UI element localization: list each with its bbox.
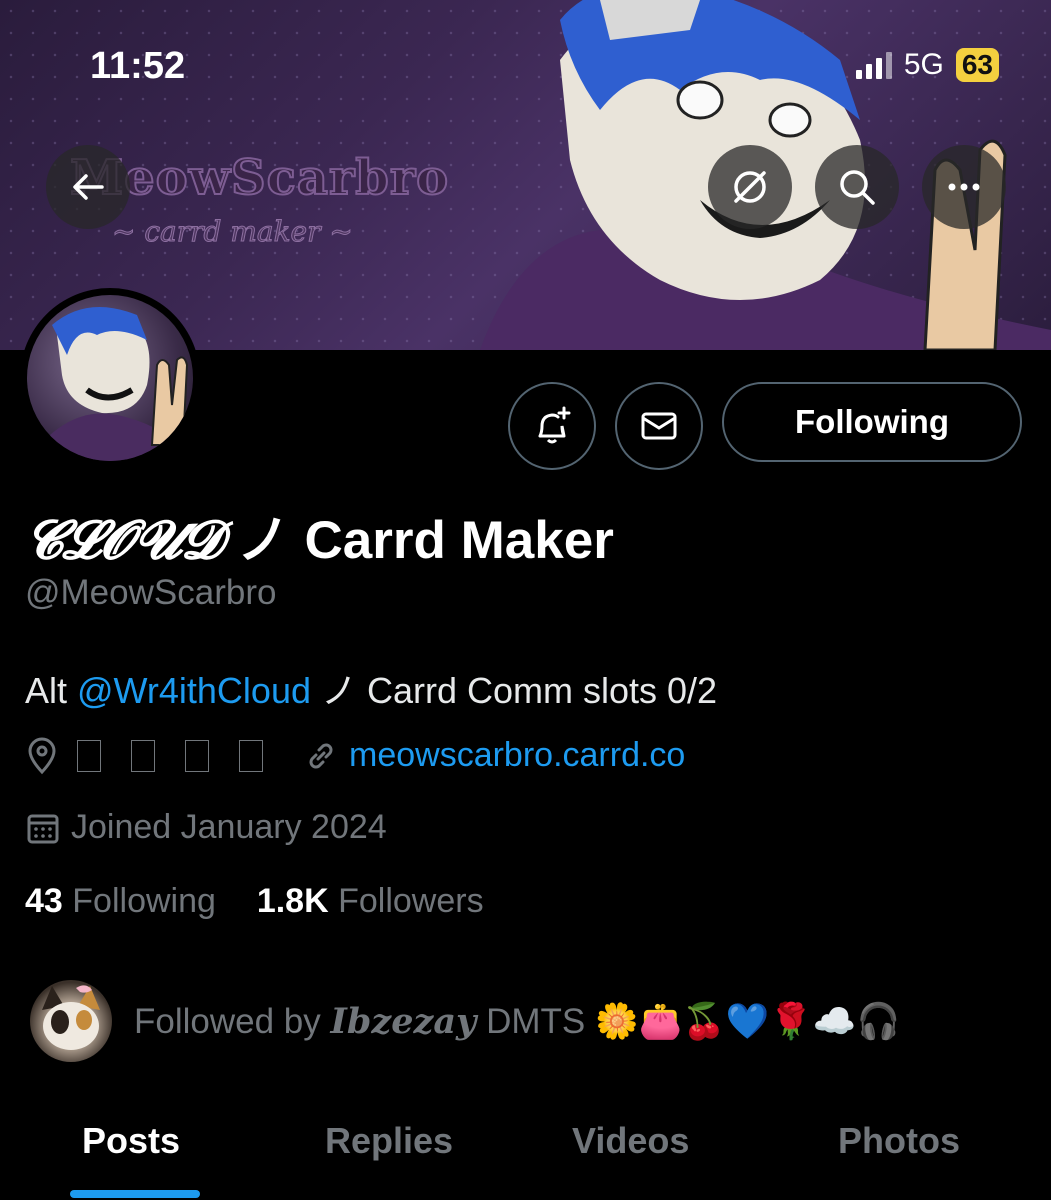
profile-handle: @MeowScarbro — [25, 573, 277, 612]
signal-icon — [855, 51, 892, 79]
followers-count: 1.8K — [256, 882, 329, 920]
more-button[interactable] — [922, 145, 1006, 229]
active-tab-indicator — [70, 1190, 200, 1198]
website-link[interactable]: meowscarbro.carrd.co — [349, 736, 685, 775]
network-type: 5G — [903, 48, 944, 81]
followed-by-text: Followed by 𝑰𝒃𝒛𝒆𝒛𝒂𝒚 DMTS 🌼👛🍒💙🌹☁️🎧 — [134, 1001, 900, 1042]
location-glyph-2 — [131, 739, 155, 772]
avatar-image — [27, 295, 193, 461]
following-stat-label: Following — [72, 882, 216, 920]
back-button[interactable] — [46, 145, 130, 229]
battery-level: 63 — [955, 48, 999, 82]
follower-avatar — [30, 980, 112, 1062]
status-indicators: 5G 63 — [855, 48, 999, 82]
search-button[interactable] — [815, 145, 899, 229]
profile-tabs: Posts Replies Videos Photos — [0, 1110, 1051, 1200]
follower-name-rest: DMTS — [476, 1001, 595, 1041]
location-glyph-1 — [77, 739, 101, 772]
bio-prefix: Alt — [25, 670, 78, 711]
grok-icon — [734, 171, 766, 203]
profile-avatar[interactable] — [20, 288, 200, 468]
followed-by-prefix: Followed by — [134, 1001, 331, 1041]
follower-emojis: 🌼👛🍒💙🌹☁️🎧 — [594, 1001, 901, 1041]
display-name-fancy: 𝓒𝓛𝓞𝓤𝓓 — [25, 509, 223, 571]
following-count: 43 — [25, 882, 63, 920]
tab-posts[interactable]: Posts — [82, 1120, 180, 1162]
location-glyph-3 — [185, 739, 209, 772]
display-name-rest: ノ Carrd Maker — [222, 511, 614, 570]
bio-suffix: ノ Carrd Comm slots 0/2 — [310, 670, 718, 711]
notify-button[interactable] — [508, 382, 596, 470]
following-stat[interactable]: 43 Following — [25, 882, 216, 920]
followers-stat[interactable]: 1.8K Followers — [257, 882, 484, 920]
more-icon — [948, 183, 980, 191]
message-button[interactable] — [615, 382, 703, 470]
bio-mention-link[interactable]: @Wr4ithCloud — [77, 670, 311, 711]
joined-date: Joined January 2024 — [71, 808, 387, 846]
bell-plus-icon — [538, 406, 571, 444]
envelope-icon — [641, 412, 677, 440]
following-button[interactable]: Following — [722, 382, 1022, 462]
grok-button[interactable] — [708, 145, 792, 229]
joined-row: Joined January 2024 — [25, 808, 387, 847]
profile-bio: Alt @Wr4ithCloud ノ Carrd Comm slots 0/2 — [25, 662, 717, 714]
banner-subtitle: ~ carrd maker ~ — [112, 215, 354, 249]
back-arrow-icon — [73, 174, 104, 200]
follower-name-fancy: 𝑰𝒃𝒛𝒆𝒛𝒂𝒚 — [330, 1000, 477, 1042]
calendar-icon — [27, 814, 59, 843]
tab-videos[interactable]: Videos — [572, 1120, 689, 1162]
search-icon — [840, 170, 875, 205]
followed-by-row[interactable]: Followed by 𝑰𝒃𝒛𝒆𝒛𝒂𝒚 DMTS 🌼👛🍒💙🌹☁️🎧 — [30, 980, 900, 1062]
display-name: 𝓒𝓛𝓞𝓤𝓓 ノ Carrd Maker — [25, 498, 614, 574]
location-pin-icon — [28, 737, 56, 774]
location-website-row: meowscarbro.carrd.co — [25, 736, 685, 775]
tab-replies[interactable]: Replies — [325, 1120, 453, 1162]
status-time: 11:52 — [90, 45, 186, 87]
tab-photos[interactable]: Photos — [838, 1120, 960, 1162]
link-icon — [309, 743, 333, 768]
location-glyphs — [77, 739, 293, 772]
follow-stats: 43 Following 1.8K Followers — [25, 882, 484, 921]
followers-stat-label: Followers — [338, 882, 484, 920]
location-glyph-4 — [239, 739, 263, 772]
